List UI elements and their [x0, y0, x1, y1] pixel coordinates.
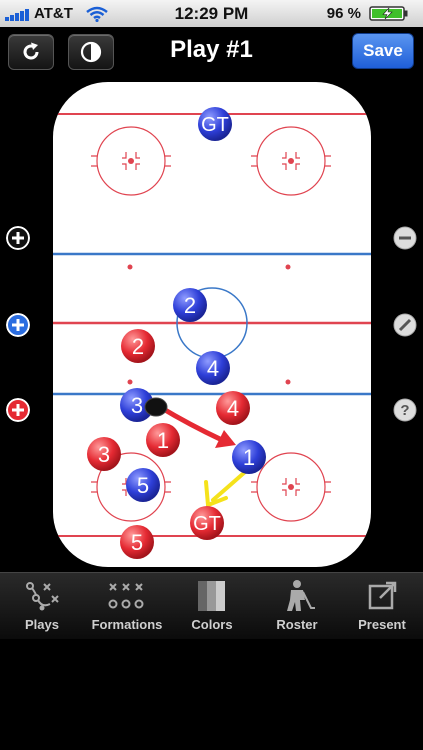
svg-text:GT: GT — [201, 114, 229, 136]
colors-icon — [198, 581, 225, 611]
svg-text:1: 1 — [243, 445, 255, 470]
battery-percent: 96 % — [326, 5, 361, 22]
svg-text:4: 4 — [227, 396, 239, 421]
top-toolbar: Play #1 Save — [0, 27, 423, 75]
tab-colors-label: Colors — [191, 617, 233, 632]
red-player-token[interactable]: 2 — [121, 329, 155, 363]
svg-text:5: 5 — [131, 530, 143, 555]
plays-icon — [26, 582, 59, 611]
red-player-token[interactable]: 3 — [87, 437, 121, 471]
tab-formations-label: Formations — [91, 617, 163, 632]
blue-player-token[interactable]: 4 — [196, 351, 230, 385]
blue-player-token[interactable]: 2 — [173, 288, 207, 322]
tab-plays-label: Plays — [25, 617, 59, 632]
svg-text:5: 5 — [137, 473, 149, 498]
svg-text:4: 4 — [207, 356, 219, 381]
svg-text:2: 2 — [132, 334, 144, 359]
blue-player-token[interactable]: 1 — [232, 440, 266, 474]
svg-text:3: 3 — [131, 393, 143, 418]
blue-player-token[interactable]: 5 — [126, 468, 160, 502]
hockey-rink[interactable]: GT 2 4 3 1 5 2 4 1 3 GT 5 — [0, 75, 423, 572]
save-button[interactable]: Save — [352, 33, 414, 69]
roster-icon — [287, 580, 315, 611]
svg-text:GT: GT — [193, 513, 221, 535]
tab-present-label: Present — [358, 617, 406, 632]
tab-bar: Plays Formations Colors Roster Present — [0, 572, 423, 639]
formations-icon — [108, 583, 144, 609]
status-bar: AT&T 12:29 PM 96 % — [0, 0, 423, 27]
tab-formations[interactable]: Formations — [85, 573, 169, 639]
tab-colors[interactable]: Colors — [170, 573, 254, 639]
ice-surface — [53, 82, 371, 567]
battery-charging-icon — [369, 6, 408, 21]
tab-present[interactable]: Present — [340, 573, 423, 639]
svg-text:3: 3 — [98, 442, 110, 467]
puck[interactable] — [144, 397, 168, 417]
svg-text:1: 1 — [157, 428, 169, 453]
tab-roster[interactable]: Roster — [255, 573, 339, 639]
red-player-token[interactable]: 5 — [120, 525, 154, 559]
svg-text:2: 2 — [184, 293, 196, 318]
tab-roster-label: Roster — [276, 617, 318, 632]
red-player-token[interactable]: 4 — [216, 391, 250, 425]
tab-plays[interactable]: Plays — [0, 573, 84, 639]
present-icon — [368, 581, 397, 610]
blue-player-token[interactable]: GT — [198, 107, 232, 141]
red-player-token[interactable]: 1 — [146, 423, 180, 457]
red-player-token[interactable]: GT — [190, 506, 224, 540]
